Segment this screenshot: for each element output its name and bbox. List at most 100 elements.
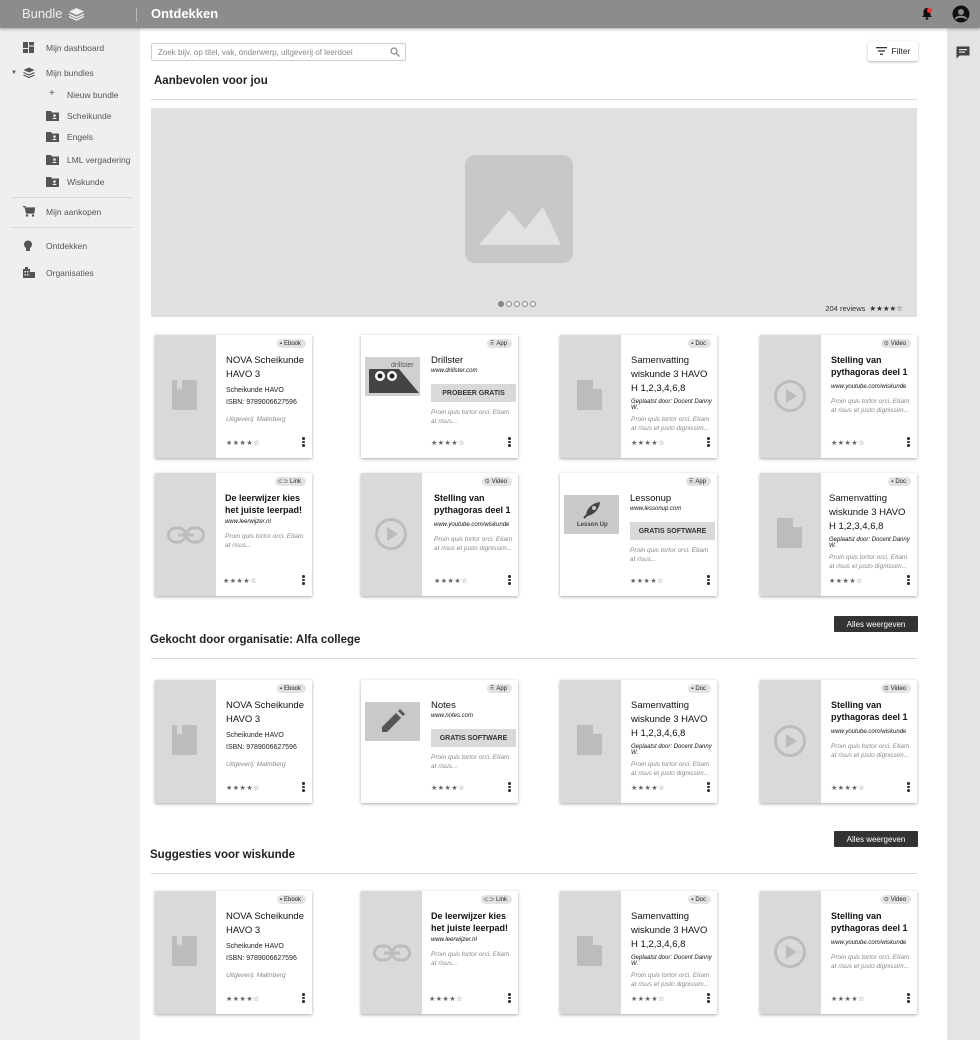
card-doc[interactable]: ▪ Doc Samenvatting wiskunde 3 HAVO H 1,2,… — [560, 891, 717, 1014]
card-app-drillster[interactable]: drillster ⠿ App Drillster www.drillster.c… — [361, 335, 518, 458]
more-vert-icon[interactable] — [508, 437, 512, 447]
sidebar-item-scheikunde[interactable]: Scheikunde — [0, 107, 140, 125]
card-description: Proin quis tortor orci. Etiam at risus e… — [434, 536, 513, 552]
more-vert-icon[interactable] — [302, 437, 306, 447]
card-description: Proin quis tortor orci. Etiam at risus e… — [631, 761, 710, 777]
card-thumbnail — [560, 335, 621, 458]
sidebar-item-lml-vergadering[interactable]: LML vergadering — [0, 151, 140, 169]
more-vert-icon[interactable] — [302, 782, 306, 792]
card-title: De leerwijzer kies het juiste leerpad! — [431, 911, 509, 933]
card-video[interactable]: ⊙ Video Stelling van pythagoras deel 1 ww… — [760, 891, 917, 1014]
card-subject: Scheikunde HAVO — [226, 387, 284, 394]
card-link[interactable]: ⊂⊃ Link De leerwijzer kies het juiste lee… — [361, 891, 518, 1014]
card-title: Stelling van pythagoras deel 1 — [831, 355, 908, 377]
hero-carousel[interactable]: 204 reviews ★★★★☆ — [151, 108, 917, 317]
sidebar-item-purchases[interactable]: Mijn aankopen — [0, 203, 140, 221]
play-circle-icon — [774, 936, 806, 968]
more-vert-icon[interactable] — [907, 437, 911, 447]
carousel-dot[interactable] — [530, 301, 536, 307]
card-app-lessonup[interactable]: Lesson Up ⠿ App Lessonup www.lessonup.com… — [560, 473, 717, 596]
show-all-button[interactable]: Alles weergeven — [834, 616, 918, 632]
more-vert-icon[interactable] — [707, 575, 711, 585]
badge-label: Video — [491, 478, 507, 485]
document-icon — [577, 725, 602, 755]
right-rail — [947, 28, 980, 1040]
page-title: Ontdekken — [151, 6, 219, 21]
search-icon[interactable] — [390, 47, 400, 57]
card-description: Proin quis tortor orci. Etiam at risus e… — [631, 972, 710, 988]
try-free-button[interactable]: PROBEER GRATIS — [431, 384, 516, 402]
card-video[interactable]: ⊙ Video Stelling van pythagoras deel 1 ww… — [760, 335, 917, 458]
more-vert-icon[interactable] — [707, 437, 711, 447]
document-icon — [577, 380, 602, 410]
search-input[interactable]: Zoek bijv. op titel, vak, onderwerp, uit… — [151, 43, 406, 61]
type-badge: ▪ Ebook — [276, 339, 306, 348]
rating-stars: ★★★★☆ — [831, 785, 865, 792]
sidebar-item-organisations[interactable]: Organisaties — [0, 264, 140, 282]
carousel-dot[interactable] — [522, 301, 528, 307]
carousel-dot[interactable] — [506, 301, 512, 307]
more-vert-icon[interactable] — [907, 575, 911, 585]
card-ebook[interactable]: ▪ Ebook NOVA Scheikunde HAVO 3 Scheikunde… — [155, 680, 312, 803]
filter-button[interactable]: Filter — [868, 41, 918, 61]
rating-stars: ★★★★☆ — [831, 996, 865, 1003]
more-vert-icon[interactable] — [907, 993, 911, 1003]
type-badge: ▪ Ebook — [276, 684, 306, 693]
more-vert-icon[interactable] — [508, 575, 512, 585]
sidebar-item-engels[interactable]: Engels — [0, 128, 140, 146]
document-icon — [777, 518, 802, 548]
more-vert-icon[interactable] — [302, 575, 306, 585]
rating-stars: ★★★★☆ — [226, 996, 260, 1003]
card-video[interactable]: ⊙ Video Stelling van pythagoras deel 1 ww… — [760, 680, 917, 803]
card-doc[interactable]: ▪ Doc Samenvatting wiskunde 3 HAVO H 1,2,… — [560, 335, 717, 458]
badge-label: Doc — [695, 896, 706, 903]
free-software-button[interactable]: GRATIS SOFTWARE — [431, 729, 516, 747]
lessonup-logo: Lesson Up — [564, 495, 619, 534]
card-ebook[interactable]: ▪ Ebook NOVA Scheikunde HAVO 3 Scheikunde… — [155, 891, 312, 1014]
card-doc[interactable]: ▪ Doc Samenvatting wiskunde 3 HAVO H 1,2,… — [760, 473, 917, 596]
shared-folder-icon — [46, 155, 59, 165]
card-title: NOVA Scheikunde HAVO 3 — [226, 700, 304, 725]
sidebar-item-label: Mijn aankopen — [46, 207, 102, 217]
sidebar-item-discover[interactable]: Ontdekken — [0, 237, 140, 255]
play-circle-icon — [375, 518, 407, 550]
more-vert-icon[interactable] — [707, 782, 711, 792]
more-vert-icon[interactable] — [508, 993, 512, 1003]
more-vert-icon[interactable] — [302, 993, 306, 1003]
more-vert-icon[interactable] — [707, 993, 711, 1003]
card-url: www.drillster.com — [431, 368, 478, 374]
more-vert-icon[interactable] — [508, 782, 512, 792]
sidebar-item-new-bundle[interactable]: + Nieuw bundle — [0, 86, 140, 104]
play-icon: ⊙ — [484, 479, 490, 485]
badge-label: Ebook — [283, 340, 301, 347]
sidebar-item-wiskunde[interactable]: Wiskunde — [0, 173, 140, 191]
doc-icon: ▪ — [691, 685, 694, 692]
caret-down-icon[interactable]: ▼ — [11, 70, 17, 76]
card-app-notes[interactable]: ⠿ App Notes www.notes.com GRATIS SOFTWARE… — [361, 680, 518, 803]
rating-stars: ★★★★☆ — [434, 578, 468, 585]
show-all-button[interactable]: Alles weergeven — [834, 831, 918, 847]
badge-label: Ebook — [283, 896, 301, 903]
account-icon[interactable] — [952, 5, 970, 23]
carousel-dot[interactable] — [514, 301, 520, 307]
carousel-dot[interactable] — [498, 301, 504, 307]
chat-icon[interactable] — [956, 46, 970, 59]
more-vert-icon[interactable] — [907, 782, 911, 792]
sidebar-item-bundles[interactable]: ▼ Mijn bundles — [0, 64, 140, 82]
card-video[interactable]: ⊙ Video Stelling van pythagoras deel 1 ww… — [361, 473, 518, 596]
card-thumbnail — [155, 335, 216, 458]
type-badge: ⠿ App — [486, 684, 512, 693]
brand-logo[interactable]: Bundle — [22, 6, 85, 21]
free-software-button[interactable]: GRATIS SOFTWARE — [630, 522, 715, 540]
sidebar-item-label: Wiskunde — [67, 177, 105, 187]
card-doc[interactable]: ▪ Doc Samenvatting wiskunde 3 HAVO H 1,2,… — [560, 680, 717, 803]
card-posted-by: Geplaatst door: Docent Danny W. — [631, 955, 712, 967]
hero-reviews: 204 reviews ★★★★☆ — [825, 304, 903, 313]
top-app-bar: Bundle Ontdekken — [0, 0, 980, 28]
card-ebook[interactable]: ▪ Ebook NOVA Scheikunde HAVO 3 Scheikunde… — [155, 335, 312, 458]
card-url: www.youtube.com/wiskunde — [434, 522, 510, 528]
sidebar-item-dashboard[interactable]: Mijn dashboard — [0, 39, 140, 57]
card-link[interactable]: ⊂⊃ Link De leerwijzer kies het juiste lee… — [155, 473, 312, 596]
badge-label: Ebook — [283, 685, 301, 692]
carousel-indicators[interactable] — [498, 301, 536, 307]
